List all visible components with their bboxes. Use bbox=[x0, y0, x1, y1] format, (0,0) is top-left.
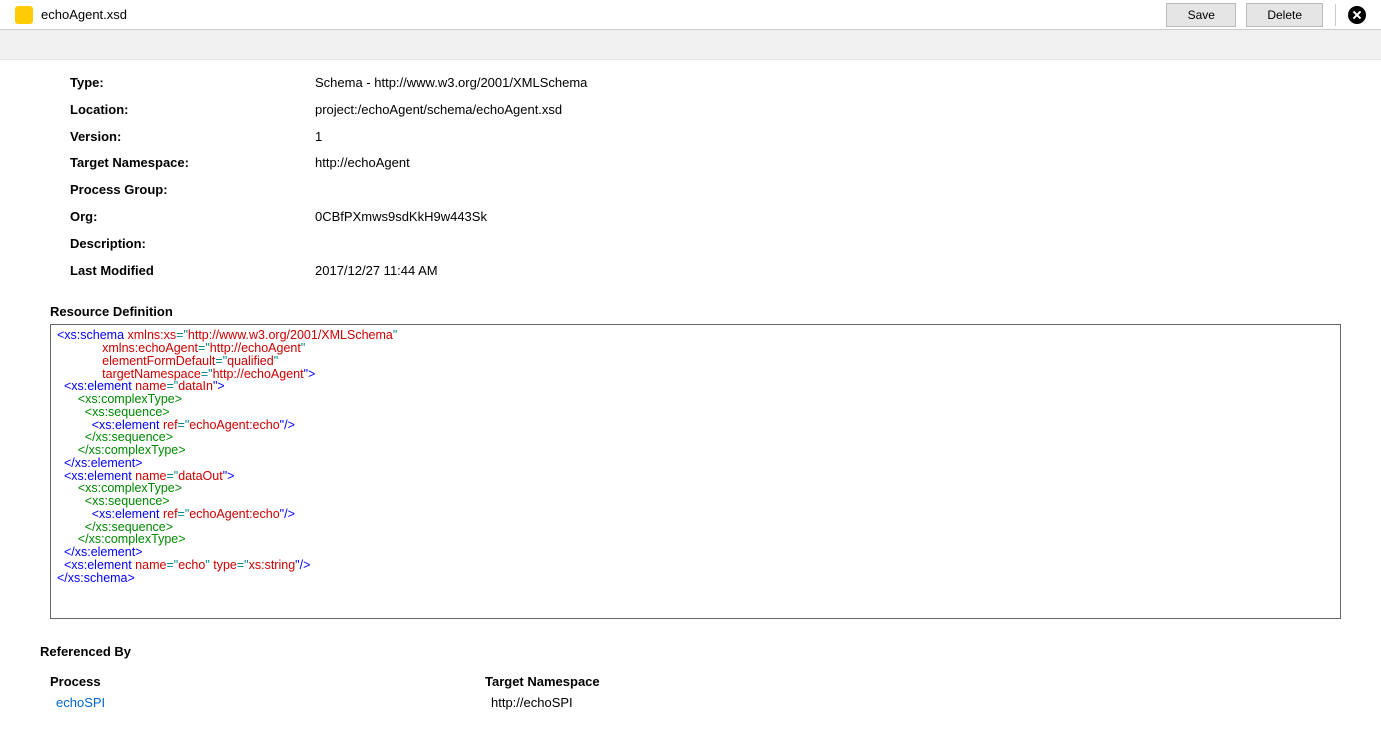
prop-row: Target Namespace: http://echoAgent bbox=[70, 150, 1311, 177]
xml-token: =" bbox=[237, 558, 249, 572]
xml-token: echo bbox=[178, 558, 205, 572]
xml-token: " bbox=[393, 328, 397, 342]
xml-token: http://echoAgent bbox=[213, 367, 304, 381]
xml-token: echoAgent:echo bbox=[189, 418, 279, 432]
xml-token: type bbox=[210, 558, 237, 572]
xml-token: dataIn bbox=[178, 379, 213, 393]
ref-process-link[interactable]: echoSPI bbox=[50, 695, 485, 710]
file-icon bbox=[15, 6, 33, 24]
prop-row: Org: 0CBfPXmws9sdKkH9w443Sk bbox=[70, 204, 1311, 231]
xml-token: xs:string bbox=[249, 558, 296, 572]
delete-button[interactable]: Delete bbox=[1246, 3, 1323, 27]
ref-process-header: Process bbox=[50, 674, 485, 689]
ref-col-process: Process echoSPI bbox=[50, 674, 485, 710]
xml-token: " bbox=[301, 341, 305, 355]
xml-token: =" bbox=[178, 507, 190, 521]
prop-label: Location: bbox=[70, 100, 315, 121]
xml-token: "/> bbox=[280, 507, 295, 521]
xml-token: "/> bbox=[295, 558, 310, 572]
prop-value: 0CBfPXmws9sdKkH9w443Sk bbox=[315, 207, 487, 228]
xml-token: "> bbox=[213, 379, 225, 393]
prop-label: Type: bbox=[70, 73, 315, 94]
prop-row: Process Group: bbox=[70, 177, 1311, 204]
prop-row: Description: bbox=[70, 231, 1311, 258]
properties-section: Type: Schema - http://www.w3.org/2001/XM… bbox=[40, 60, 1341, 299]
ref-col-targetns: Target Namespace http://echoSPI bbox=[485, 674, 920, 710]
ref-targetns-header: Target Namespace bbox=[485, 674, 920, 689]
prop-row: Type: Schema - http://www.w3.org/2001/XM… bbox=[70, 70, 1311, 97]
prop-value: http://echoAgent bbox=[315, 153, 410, 174]
xml-token: dataOut bbox=[178, 469, 222, 483]
prop-value: Schema - http://www.w3.org/2001/XMLSchem… bbox=[315, 73, 587, 94]
prop-label: Process Group: bbox=[70, 180, 315, 201]
header-right: Save Delete bbox=[1166, 3, 1366, 27]
ref-targetns-value: http://echoSPI bbox=[485, 695, 920, 710]
referenced-by-heading: Referenced By bbox=[40, 644, 1341, 659]
prop-value: 2017/12/27 11:44 AM bbox=[315, 261, 438, 282]
xml-token: =" bbox=[178, 418, 190, 432]
prop-row: Version: 1 bbox=[70, 124, 1311, 151]
xml-token: "> bbox=[304, 367, 316, 381]
xml-token: =" bbox=[166, 558, 178, 572]
xml-token: </xs:schema> bbox=[57, 571, 135, 585]
header-left: echoAgent.xsd bbox=[15, 6, 127, 24]
xml-token: echoAgent:echo bbox=[189, 507, 279, 521]
referenced-by-table: Process echoSPI Target Namespace http://… bbox=[40, 674, 1341, 710]
prop-label: Org: bbox=[70, 207, 315, 228]
prop-value: 1 bbox=[315, 127, 322, 148]
xml-token: "> bbox=[223, 469, 235, 483]
divider bbox=[1335, 4, 1336, 26]
xml-token: name bbox=[132, 558, 167, 572]
xml-token: "/> bbox=[280, 418, 295, 432]
resource-definition-code[interactable]: <xs:schema xmlns:xs="http://www.w3.org/2… bbox=[50, 324, 1341, 619]
close-icon[interactable] bbox=[1348, 6, 1366, 24]
file-title: echoAgent.xsd bbox=[41, 7, 127, 22]
prop-row: Last Modified 2017/12/27 11:44 AM bbox=[70, 258, 1311, 285]
header-bar: echoAgent.xsd Save Delete bbox=[0, 0, 1381, 30]
resource-definition-heading: Resource Definition bbox=[40, 304, 1341, 319]
prop-label: Target Namespace: bbox=[70, 153, 315, 174]
prop-row: Location: project:/echoAgent/schema/echo… bbox=[70, 97, 1311, 124]
prop-label: Description: bbox=[70, 234, 315, 255]
content: Type: Schema - http://www.w3.org/2001/XM… bbox=[0, 60, 1381, 730]
prop-label: Version: bbox=[70, 127, 315, 148]
save-button[interactable]: Save bbox=[1166, 3, 1236, 27]
prop-label: Last Modified bbox=[70, 261, 315, 282]
toolbar-bg bbox=[0, 30, 1381, 60]
prop-value: project:/echoAgent/schema/echoAgent.xsd bbox=[315, 100, 562, 121]
